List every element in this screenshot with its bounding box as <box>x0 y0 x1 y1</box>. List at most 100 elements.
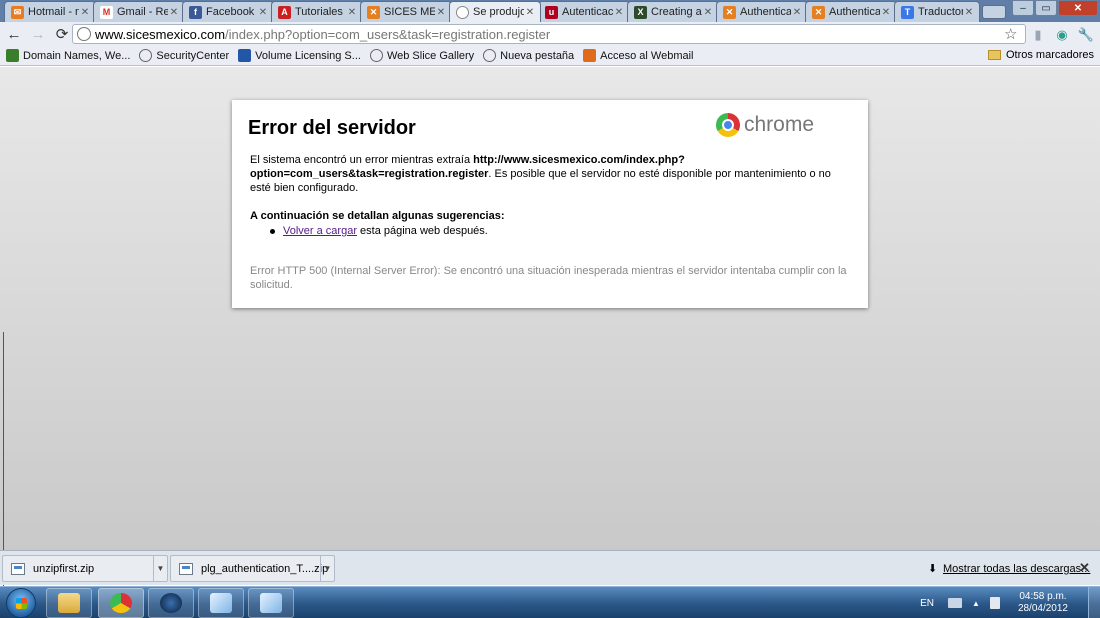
address-bar[interactable]: www.sicesmexico.com/index.php?option=com… <box>72 24 1026 44</box>
close-icon[interactable]: ✕ <box>524 7 536 18</box>
tab-facebook[interactable]: f Facebook ✕ <box>182 1 274 22</box>
forward-arrow-icon[interactable]: → <box>26 23 50 45</box>
bookmark-star-icon[interactable]: ☆ <box>1004 25 1017 43</box>
network-icon[interactable] <box>989 597 1000 609</box>
wrench-icon[interactable]: 🔧 <box>1078 27 1094 42</box>
extension-icon[interactable]: ◉ <box>1054 27 1070 42</box>
error-message: El sistema encontró un error mientras ex… <box>250 153 854 195</box>
other-bookmarks-label: Otros marcadores <box>1005 49 1094 61</box>
minimize-button[interactable]: – <box>1012 0 1034 16</box>
bookmark-web-slice-gallery[interactable]: Web Slice Gallery <box>369 49 474 62</box>
close-icon[interactable]: ✕ <box>257 7 269 18</box>
close-icon[interactable]: ✕ <box>435 7 447 18</box>
close-shelf-icon[interactable]: ✕ <box>1079 560 1090 576</box>
tab-tutoriales[interactable]: A Tutoriales s ✕ <box>271 1 363 22</box>
tab-title: Authenticat <box>740 6 791 18</box>
bookmark-label: SecurityCenter <box>156 49 230 62</box>
reload-icon[interactable]: ⟳ <box>50 23 74 45</box>
tab-title: Authenticat <box>829 6 880 18</box>
chrome-icon <box>110 593 132 613</box>
gmail-icon: M <box>100 5 113 19</box>
url-host: www.sicesmexico.com <box>95 26 226 42</box>
download-item[interactable]: plg_authentication_T....zip ▼ <box>170 555 335 582</box>
close-icon[interactable]: ✕ <box>346 7 358 18</box>
explorer-taskbar-button[interactable] <box>46 588 92 618</box>
download-shelf: unzipfirst.zip ▼ plg_authentication_T...… <box>0 550 1100 585</box>
toolbar: ← → ⟳ www.sicesmexico.com/index.php?opti… <box>0 22 1100 46</box>
show-all-downloads-link[interactable]: Mostrar todas las descargas... <box>943 563 1090 575</box>
bookmarks-bar: Domain Names, We... SecurityCenter Volum… <box>0 46 1100 66</box>
tab-active-error[interactable]: Se produjo ✕ <box>449 1 541 22</box>
error-detail: Error HTTP 500 (Internal Server Error): … <box>250 265 847 291</box>
reload-link[interactable]: Volver a cargar <box>283 225 357 237</box>
tab-title: Tutoriales s <box>295 6 346 18</box>
error-message-text: El sistema encontró un error mientras ex… <box>250 154 474 166</box>
globe-icon <box>369 49 383 62</box>
close-icon[interactable]: ✕ <box>963 7 975 18</box>
bookmark-webmail[interactable]: Acceso al Webmail <box>583 49 694 62</box>
tab-strip: ✉ Hotmail - n ✕ M Gmail - Rec ✕ f Facebo… <box>0 0 1100 22</box>
tab-sices[interactable]: ✕ SICES MEXI ✕ <box>360 1 452 22</box>
tab-title: Se produjo <box>473 6 524 18</box>
chrome-taskbar-button[interactable] <box>98 588 144 618</box>
tab-traductor[interactable]: T Traductor d ✕ <box>894 1 980 22</box>
bookmark-label: Acceso al Webmail <box>600 49 694 62</box>
window-close-button[interactable]: ✕ <box>1058 0 1098 16</box>
suggestion-text: esta página web después. <box>356 225 488 237</box>
media-taskbar-button[interactable] <box>148 588 194 618</box>
signal-icon[interactable]: ▮ <box>1030 27 1046 42</box>
download-arrow-icon: ⬇ <box>928 563 938 575</box>
window-icon <box>210 593 232 613</box>
new-tab-button[interactable] <box>982 5 1006 19</box>
tab-gmail[interactable]: M Gmail - Rec ✕ <box>93 1 185 22</box>
tab-hotmail[interactable]: ✉ Hotmail - n ✕ <box>4 1 96 22</box>
cpanel-icon <box>583 49 597 62</box>
media-player-icon <box>160 593 182 613</box>
chevron-down-icon[interactable]: ▼ <box>320 556 334 581</box>
tab-title: Gmail - Rec <box>117 6 168 18</box>
start-button[interactable] <box>6 588 36 618</box>
folder-icon <box>987 50 1001 60</box>
app-taskbar-button-2[interactable] <box>248 588 294 618</box>
chrome-logo: chrome <box>716 113 814 137</box>
tab-autenticacion[interactable]: u Autenticaci ✕ <box>538 1 630 22</box>
show-hidden-icons-icon[interactable]: ▲ <box>972 599 980 608</box>
bookmark-domain-names[interactable]: Domain Names, We... <box>6 49 130 62</box>
bookmark-label: Nueva pestaña <box>500 49 575 62</box>
page-info-icon[interactable] <box>77 27 91 41</box>
keyboard-icon[interactable] <box>948 598 963 608</box>
tab-authenticat-1[interactable]: ✕ Authenticat ✕ <box>716 1 808 22</box>
bookmark-label: Domain Names, We... <box>23 49 131 62</box>
show-desktop-button[interactable] <box>1088 587 1100 618</box>
clock[interactable]: 04:58 p.m. 28/04/2012 <box>1018 591 1068 615</box>
url-path: /index.php?option=com_users&task=registr… <box>225 26 551 42</box>
error-panel: Error del servidor chrome El sistema enc… <box>232 100 868 308</box>
back-arrow-icon[interactable]: ← <box>2 23 26 45</box>
taskbar: EN ▲ 04:58 p.m. 28/04/2012 <box>0 586 1100 618</box>
tab-title: Hotmail - n <box>28 6 79 18</box>
close-icon[interactable]: ✕ <box>613 7 625 18</box>
bookmark-nueva-pestana[interactable]: Nueva pestaña <box>483 49 574 62</box>
suggestions-list: Volver a cargar esta página web después. <box>270 225 488 237</box>
language-indicator[interactable]: EN <box>920 598 934 609</box>
other-bookmarks[interactable]: Otros marcadores <box>987 49 1094 61</box>
close-icon[interactable]: ✕ <box>168 7 180 18</box>
close-icon[interactable]: ✕ <box>702 7 714 18</box>
bookmark-volume-licensing[interactable]: Volume Licensing S... <box>238 49 361 62</box>
joomla-icon: ✕ <box>812 5 825 19</box>
show-all-downloads[interactable]: ⬇ Mostrar todas las descargas... <box>928 562 1090 576</box>
chevron-down-icon[interactable]: ▼ <box>153 556 167 581</box>
clock-date: 28/04/2012 <box>1017 603 1068 614</box>
maximize-button[interactable]: ▭ <box>1035 0 1057 16</box>
close-icon[interactable]: ✕ <box>79 7 91 18</box>
tab-creating[interactable]: X Creating an ✕ <box>627 1 719 22</box>
page-content: Error del servidor chrome El sistema enc… <box>0 67 1100 617</box>
tab-authenticat-2[interactable]: ✕ Authenticat ✕ <box>805 1 897 22</box>
bookmark-securitycenter[interactable]: SecurityCenter <box>139 49 229 62</box>
close-icon[interactable]: ✕ <box>791 7 803 18</box>
close-icon[interactable]: ✕ <box>880 7 892 18</box>
app-taskbar-button[interactable] <box>198 588 244 618</box>
download-item[interactable]: unzipfirst.zip ▼ <box>2 555 168 582</box>
chrome-icon <box>716 113 740 137</box>
download-filename: unzipfirst.zip <box>33 562 95 575</box>
